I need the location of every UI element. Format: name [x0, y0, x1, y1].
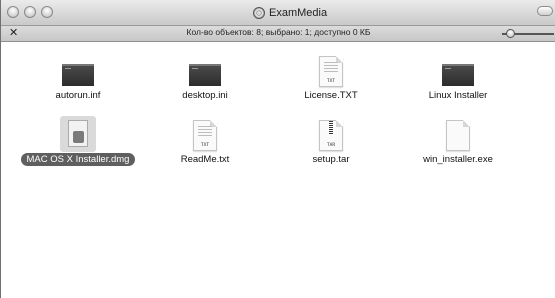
finder-window: ExamMedia ✕ Кол-во объектов: 8; выбрано:… — [0, 0, 555, 298]
file-item-desktop-ini[interactable]: desktop.ini — [140, 48, 270, 120]
status-text: Кол-во объектов: 8; выбрано: 1; доступно… — [186, 27, 371, 37]
file-item-win-installer[interactable]: win_installer.exe — [393, 112, 523, 184]
file-icon — [442, 64, 474, 86]
file-label-text: MAC OS X Installer.dmg — [20, 153, 136, 166]
file-item-setup-tar[interactable]: TAR setup.tar — [266, 112, 396, 184]
file-ext-label: TXT — [326, 79, 336, 84]
file-item-readme[interactable]: TXT ReadMe.txt — [140, 112, 270, 184]
minimize-button[interactable] — [24, 6, 36, 18]
file-icon — [62, 64, 94, 86]
title-bar[interactable]: ExamMedia — [1, 0, 555, 26]
text-document-icon: TXT — [193, 120, 217, 151]
file-ext-label: TXT — [200, 143, 210, 148]
file-label: setup.tar — [312, 154, 350, 165]
file-grid: autorun.inf desktop.ini TXT License.TXT … — [1, 42, 555, 298]
window-title: ExamMedia — [269, 7, 328, 19]
file-label-selected: MAC OS X Installer.dmg — [13, 153, 143, 166]
file-label: autorun.inf — [55, 90, 101, 101]
file-item-license[interactable]: TXT License.TXT — [266, 48, 396, 120]
file-icon — [189, 64, 221, 86]
status-bar: ✕ Кол-во объектов: 8; выбрано: 1; доступ… — [1, 26, 555, 42]
file-label: win_installer.exe — [423, 154, 493, 165]
close-button[interactable] — [7, 6, 19, 18]
archive-icon: TAR — [319, 120, 343, 151]
blank-document-icon — [446, 120, 470, 151]
file-label: ReadMe.txt — [180, 154, 230, 165]
file-item-linux-installer[interactable]: Linux Installer — [393, 48, 523, 120]
file-item-autorun[interactable]: autorun.inf — [13, 48, 143, 120]
file-label: License.TXT — [304, 90, 358, 101]
file-item-mac-installer[interactable]: MAC OS X Installer.dmg — [13, 112, 143, 184]
text-document-icon: TXT — [319, 56, 343, 87]
icon-size-slider[interactable] — [502, 29, 554, 39]
file-label: Linux Installer — [428, 90, 488, 101]
zoom-button[interactable] — [41, 6, 53, 18]
toolbar-toggle-button[interactable] — [537, 6, 553, 16]
file-ext-label: TAR — [326, 143, 336, 148]
slider-thumb[interactable] — [506, 29, 515, 38]
cd-disc-icon — [253, 7, 265, 19]
window-title-group: ExamMedia — [253, 5, 327, 21]
disk-image-icon — [60, 116, 96, 152]
file-label: desktop.ini — [182, 90, 228, 101]
